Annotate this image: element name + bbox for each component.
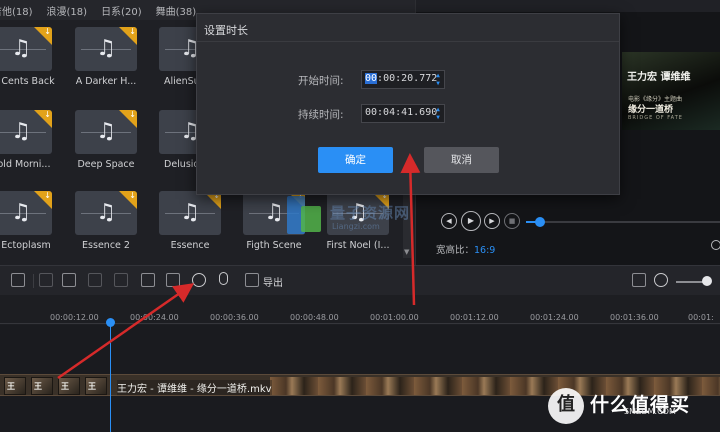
spin-up-icon[interactable]: ▲ [436,106,440,113]
duration-input[interactable]: 00:04:41.690 ▲ ▼ [361,104,445,123]
music-tile[interactable]: ♫ ↓ [0,27,52,71]
ruler-tick: 00:00:12.00 [50,313,99,322]
ruler-tick: 00:00:36.00 [210,313,259,322]
corner-brand: 值 什么值得买 SMZDM.COM [548,386,720,428]
category-tab-japanese[interactable]: 日系(20) [101,3,142,18]
category-tab-guitar[interactable]: 吉他(18) [0,3,33,18]
category-tab-romantic[interactable]: 浪漫(18) [47,3,88,18]
aspect-ratio: 宽高比：16:9 [436,245,496,256]
music-tile-label: First Noel (I... [326,240,390,251]
microphone-icon[interactable] [219,272,228,285]
watermark-subtext: Liangzi.com [332,222,380,231]
duration-clock-icon[interactable] [192,273,206,287]
export-icon[interactable] [245,273,259,287]
ruler-tick: 00:00:48.00 [290,313,339,322]
brand-url: SMZDM.COM [624,407,676,416]
seek-handle[interactable] [535,217,545,227]
export-button[interactable]: 导出 [263,274,283,289]
stop-button[interactable]: ■ [504,213,520,229]
music-tile-label: Cents Back [1,76,55,87]
ruler-tick: 00:01:00.00 [370,313,419,322]
music-tile-label: Ectoplasm [1,240,51,251]
spin-down-icon[interactable]: ▼ [436,114,440,121]
music-tile-label: Deep Space [77,159,135,170]
volume-icon[interactable] [711,240,720,250]
spin-down-icon[interactable]: ▼ [436,80,440,87]
music-tile-label: old Morni... [0,159,51,170]
freeze-frame-icon[interactable] [141,273,155,287]
audio-wave-icon[interactable] [166,273,180,287]
music-tile[interactable]: ♫ ↓ [0,110,52,154]
cancel-button[interactable]: 取消 [424,147,499,173]
start-time-input[interactable]: 00:00:20.772 ▲ ▼ [361,70,445,89]
ruler-tick: 00:01:36.00 [610,313,659,322]
video-preview: 王力宏 谭维维 电影《缘分》主题曲 缘分一道桥 BRIDGE OF FATE [622,52,720,130]
ruler-tick: 00:01: [688,313,714,322]
zoom-out-icon[interactable] [654,273,668,287]
edit-icon[interactable] [11,273,25,287]
split-icon[interactable] [39,273,53,287]
aspect-ratio-value[interactable]: 16:9 [474,245,495,256]
play-button[interactable]: ▶ [461,211,481,231]
music-tile-label: Delusio [164,159,196,170]
music-tile-label: Essence [170,240,210,251]
watermark-logo [287,196,325,236]
delete-icon[interactable] [62,273,76,287]
duration-label: 持续时间: [298,109,344,121]
watermark-text: 量子资源网 [330,204,411,222]
spin-up-icon[interactable]: ▲ [436,72,440,79]
music-tile-label: A Darker H... [75,76,137,87]
ruler-tick: 00:01:24.00 [530,313,579,322]
set-duration-dialog: 设置时长 开始时间: 00:00:20.772 ▲ ▼ 持续时间: 00:04:4… [196,13,620,195]
timeline-toolbar: 导出 [0,265,720,295]
playhead-handle[interactable] [106,318,115,327]
music-tile[interactable]: ♫ ↓ [0,191,52,235]
music-tile[interactable]: ♫ ↓ [75,191,137,235]
playhead[interactable] [110,325,111,432]
category-tab-dance[interactable]: 舞曲(38) [156,3,197,18]
start-time-label: 开始时间: [298,75,344,87]
crop-icon[interactable] [88,273,102,287]
scroll-down-icon[interactable]: ▼ [404,248,409,256]
ruler-tick: 00:01:12.00 [450,313,499,322]
music-tile[interactable]: ♫ ↓ [75,110,137,154]
ok-button[interactable]: 确定 [318,147,393,173]
seek-bar[interactable] [526,221,720,223]
music-tile[interactable]: ♫ ↓ [75,27,137,71]
next-frame-button[interactable]: ▶ [484,213,500,229]
music-tile-label: AlienSu [164,76,196,87]
mosaic-icon[interactable] [114,273,128,287]
duration-spinner[interactable]: ▲ ▼ [434,106,442,122]
brand-badge: 值 [548,388,584,424]
dialog-title: 设置时长 [204,24,248,37]
ruler-tick: 00:00:24.00 [130,313,179,322]
music-tile[interactable]: ♫ ↓ [159,191,221,235]
music-tile-label: Essence 2 [82,240,130,251]
start-time-spinner[interactable]: ▲ ▼ [434,72,442,88]
clip-filename: 王力宏 - 谭维维 - 缘分一道桥.mkv [117,380,272,395]
previous-frame-button[interactable]: ◀ [441,213,457,229]
zoom-slider-handle[interactable] [702,276,712,286]
music-tile-label: Figth Scene [246,240,302,251]
fit-screen-icon[interactable] [632,273,646,287]
